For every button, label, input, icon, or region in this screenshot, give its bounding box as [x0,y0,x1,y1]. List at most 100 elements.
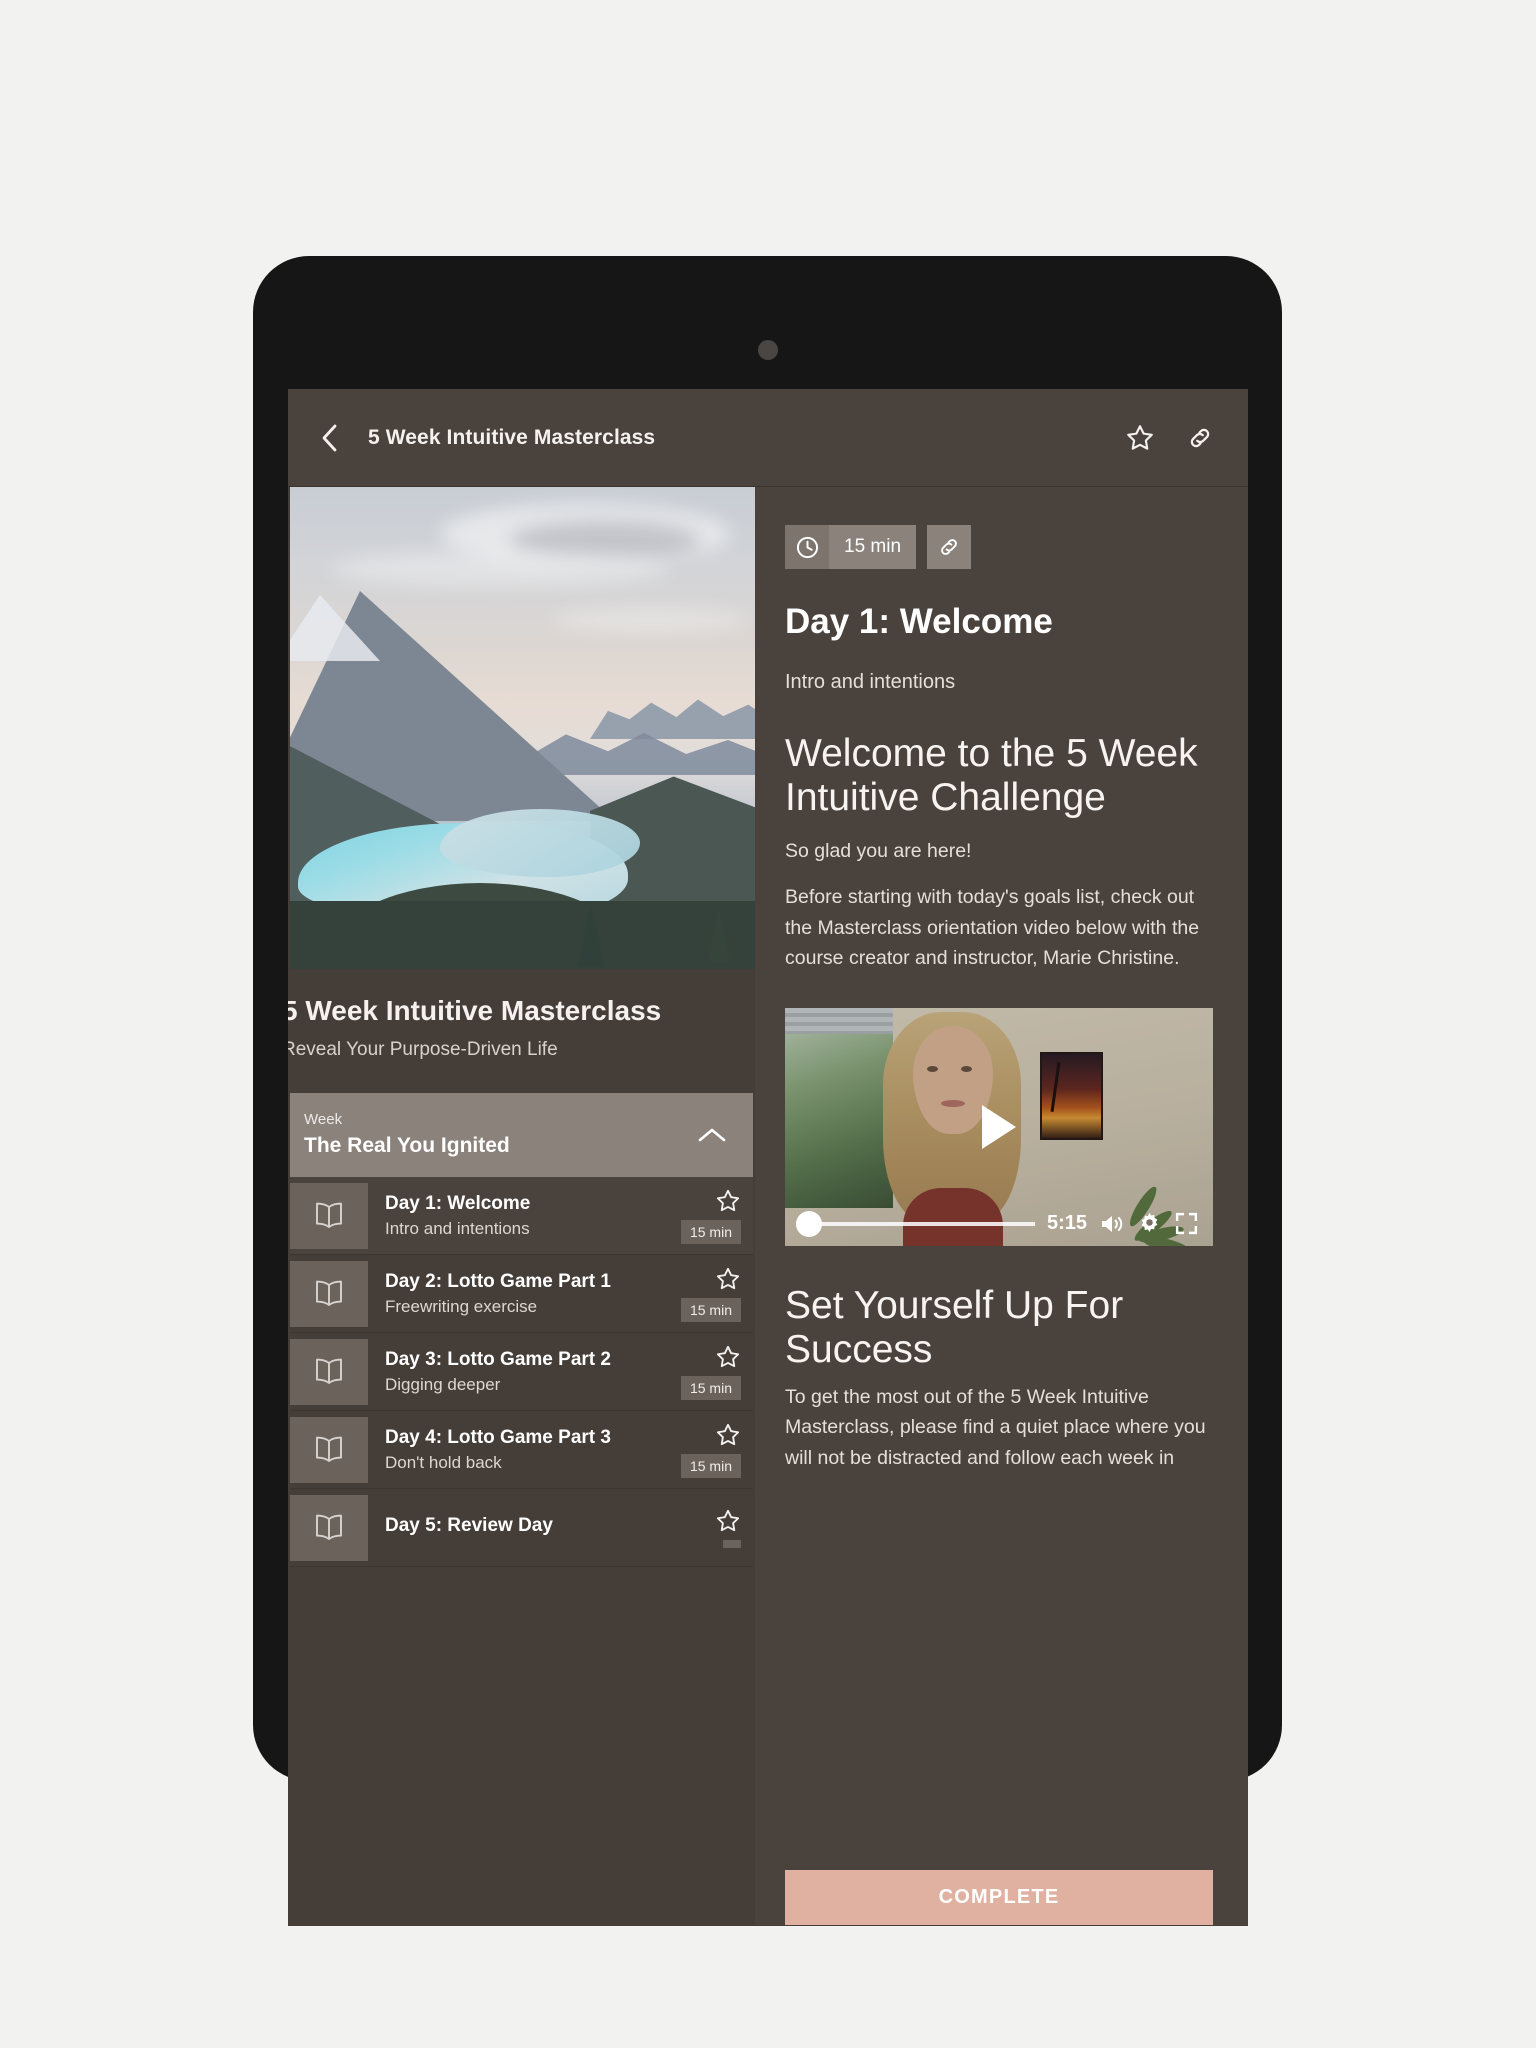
back-button[interactable] [308,416,352,460]
lesson-list: Day 1: Welcome Intro and intentions 15 m… [288,1177,755,1567]
lesson-meta: 15 min [657,1266,753,1322]
hero-foreground-forest [290,901,755,969]
lesson-thumbnail [290,1416,368,1483]
page-title: Day 1: Welcome [785,602,1053,641]
paragraph-setup: To get the most out of the 5 Week Intuit… [785,1386,1206,1469]
chevron-left-icon [322,424,337,451]
complete-button-label: COMPLETE [938,1886,1060,1908]
tablet-device-frame: 5 Week Intuitive Masterclass 5 Week Intu… [253,256,1282,1926]
week-accordion-header[interactable]: Week The Real You Ignited [290,1093,753,1177]
lesson-subtitle: Freewriting exercise [385,1296,538,1316]
lesson-description: Intro and intentions [785,671,956,693]
list-item[interactable]: Day 2: Lotto Game Part 1 Freewriting exe… [290,1255,753,1333]
screenshot-stage: 5 Week Intuitive Masterclass 5 Week Intu… [0,0,1536,2048]
settings-button[interactable] [1137,1211,1162,1236]
list-item[interactable]: Day 4: Lotto Game Part 3 Don't hold back… [290,1411,753,1489]
lesson-thumbnail [290,1338,368,1405]
course-title: 5 Week Intuitive Masterclass [288,995,662,1026]
video-player[interactable]: 5:15 [785,1008,1213,1246]
lesson-meta-row: 15 min [785,525,1218,569]
app-bar-actions [1118,416,1222,460]
hero-tree [578,905,604,967]
list-item[interactable]: Day 3: Lotto Game Part 2 Digging deeper … [290,1333,753,1411]
tablet-screen: 5 Week Intuitive Masterclass 5 Week Intu… [288,389,1248,1926]
book-icon [316,1358,342,1384]
hero-tree [708,909,730,961]
lesson-duration-badge: 15 min [680,1453,741,1478]
video-time: 5:15 [1046,1212,1087,1234]
course-sidebar: 5 Week Intuitive Masterclass Reveal Your… [288,487,755,1925]
star-outline-icon[interactable] [715,1266,741,1292]
video-controls: 5:15 [785,1210,1213,1237]
hero-lake-highlight [440,809,640,877]
chevron-up-icon[interactable] [697,1126,727,1144]
video-scrubber-handle[interactable] [796,1210,822,1237]
duration-icon-box [785,525,829,569]
lesson-title: Day 3: Lotto Game Part 2 [385,1348,611,1370]
lesson-meta: 15 min [657,1422,753,1478]
lesson-title: Day 4: Lotto Game Part 3 [385,1426,611,1448]
book-icon [316,1436,342,1462]
book-icon [316,1202,342,1228]
duration-text: 15 min [829,525,917,569]
book-icon [316,1280,342,1306]
hero-snow-cap [290,595,380,661]
volume-icon [1102,1215,1123,1232]
star-outline-icon[interactable] [715,1188,741,1214]
fullscreen-icon [1175,1212,1198,1235]
clock-icon [796,536,818,558]
play-icon[interactable] [982,1105,1016,1149]
course-hero-image [290,487,755,969]
list-item[interactable]: Day 5: Review Day [290,1489,753,1567]
app-bar-title: 5 Week Intuitive Masterclass [368,425,656,449]
lesson-meta [657,1508,753,1548]
lesson-text: Day 3: Lotto Game Part 2 Digging deeper [368,1349,657,1395]
lesson-title: Day 5: Review Day [385,1514,553,1536]
lesson-text: Day 4: Lotto Game Part 3 Don't hold back [368,1427,657,1473]
week-label: Week [304,1111,343,1129]
lesson-duration-badge [723,1539,741,1548]
lesson-subtitle: Intro and intentions [385,1218,530,1238]
lesson-duration-badge: 15 min [680,1219,741,1244]
lesson-thumbnail [290,1494,368,1561]
link-icon [1190,428,1210,447]
lesson-detail-panel: 15 min Day 1: Welcome Intro and intentio… [755,487,1248,1925]
lesson-thumbnail [290,1182,368,1249]
lesson-title: Day 1: Welcome [385,1192,531,1214]
section-heading-welcome: Welcome to the 5 Week Intuitive Challeng… [785,732,1198,820]
duration-badge: 15 min [785,525,917,569]
lesson-thumbnail [290,1260,368,1327]
app-bar: 5 Week Intuitive Masterclass [288,389,1248,487]
lesson-text: Day 2: Lotto Game Part 1 Freewriting exe… [368,1271,657,1317]
complete-button[interactable]: COMPLETE [785,1870,1213,1925]
lesson-duration-badge: 15 min [680,1375,741,1400]
list-item[interactable]: Day 1: Welcome Intro and intentions 15 m… [290,1177,753,1255]
lesson-duration-badge: 15 min [680,1297,741,1322]
share-link-button[interactable] [1178,416,1222,460]
fullscreen-button[interactable] [1174,1211,1199,1236]
volume-button[interactable] [1099,1212,1125,1236]
video-scrubber[interactable] [796,1210,1035,1237]
link-icon [941,539,957,555]
paragraph-greeting: So glad you are here! [785,840,972,863]
lesson-subtitle: Digging deeper [385,1374,501,1394]
lesson-title: Day 2: Lotto Game Part 1 [385,1270,611,1292]
star-outline-icon[interactable] [715,1508,741,1534]
star-outline-icon[interactable] [715,1344,741,1370]
week-accordion-text: Week The Real You Ignited [304,1112,697,1158]
lesson-share-button[interactable] [927,525,972,569]
book-icon [316,1514,342,1540]
star-outline-icon [1127,424,1153,450]
paragraph-intro: Before starting with today's goals list,… [785,886,1200,969]
favorite-button[interactable] [1118,416,1162,460]
content-area: 5 Week Intuitive Masterclass Reveal Your… [288,487,1248,1925]
front-camera [757,340,778,360]
lesson-meta: 15 min [657,1344,753,1400]
section-heading-success: Set Yourself Up For Success [785,1284,1124,1372]
app-bar-left-group: 5 Week Intuitive Masterclass [308,416,1118,460]
lesson-meta: 15 min [657,1188,753,1244]
star-outline-icon[interactable] [715,1422,741,1448]
lesson-text: Day 1: Welcome Intro and intentions [368,1193,657,1239]
gear-icon [1141,1212,1158,1233]
lesson-subtitle: Don't hold back [385,1452,502,1472]
